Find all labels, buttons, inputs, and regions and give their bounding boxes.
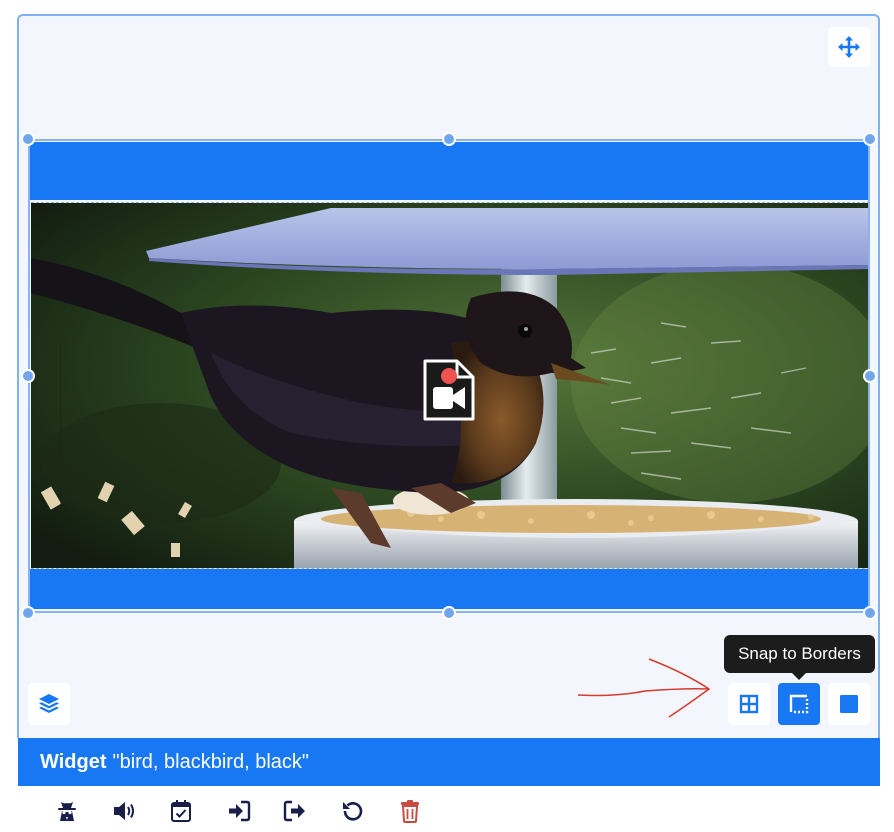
square-icon [840,695,858,713]
schedule-button[interactable] [166,796,196,826]
snap-off-button[interactable] [828,683,870,725]
widget-top-band [29,142,868,200]
delete-button[interactable] [395,796,425,826]
snap-tooltip: Snap to Borders [724,635,875,673]
sign-out-icon [283,800,305,822]
sign-in-icon [229,800,251,822]
undo-button[interactable] [338,796,368,826]
sign-in-button[interactable] [224,796,254,826]
grid-icon [739,694,759,714]
video-file-icon [421,357,477,423]
move-button[interactable] [828,27,870,67]
incognito-button[interactable] [52,796,82,826]
widget-label: Widget [40,750,107,773]
resize-handle-top-right[interactable] [863,132,877,146]
calendar-check-icon [171,800,191,822]
resize-handle-bottom-center[interactable] [442,606,456,620]
borders-icon [789,694,809,714]
volume-icon [114,802,134,820]
move-arrows-icon [838,36,860,58]
snap-to-grid-button[interactable] [728,683,770,725]
annotation-arrow [577,658,711,718]
tooltip-arrow [791,672,807,680]
resize-handle-middle-right[interactable] [863,369,877,383]
widget-title: "bird, blackbird, black" [112,750,309,773]
volume-button[interactable] [110,796,140,826]
layers-icon [39,694,59,713]
widget-title-bar: Widget "bird, blackbird, black" [18,738,880,786]
layers-button[interactable] [28,683,70,725]
resize-handle-top-left[interactable] [21,132,35,146]
widget-bottom-band [29,569,868,609]
snap-to-borders-button[interactable] [778,683,820,725]
incognito-icon [58,802,76,821]
resize-handle-middle-left[interactable] [21,369,35,383]
resize-handle-bottom-right[interactable] [863,606,877,620]
resize-handle-top-center[interactable] [442,132,456,146]
widget-toolbar [18,786,880,832]
trash-icon [401,800,419,823]
sign-out-button[interactable] [280,796,310,826]
undo-icon [343,802,363,821]
resize-handle-bottom-left[interactable] [21,606,35,620]
